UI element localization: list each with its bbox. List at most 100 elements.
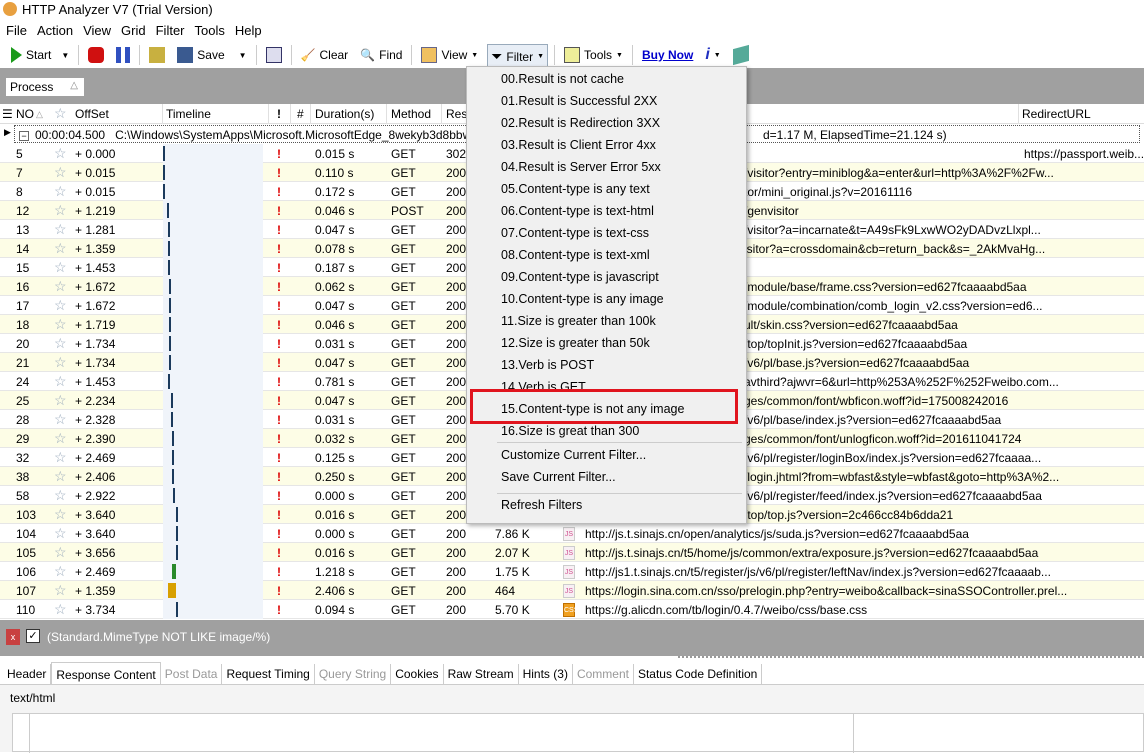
star-icon[interactable]: ☆ bbox=[54, 449, 67, 466]
filter-button[interactable]: ⏷ Filter ▼ bbox=[487, 43, 549, 69]
star-icon[interactable]: ☆ bbox=[54, 354, 67, 371]
find-button[interactable]: 🔍 Find bbox=[357, 46, 405, 64]
filter-enabled-checkbox[interactable]: ✓ bbox=[26, 629, 40, 643]
filter-expression[interactable]: (Standard.MimeType NOT LIKE image/%) bbox=[47, 630, 270, 644]
stop-button[interactable] bbox=[85, 45, 107, 65]
customize-filter-item[interactable]: Customize Current Filter... bbox=[501, 448, 646, 462]
cell-result: 200 bbox=[446, 242, 467, 256]
group-by-process-button[interactable]: Process △ bbox=[6, 78, 84, 96]
remove-filter-button[interactable]: x bbox=[6, 629, 20, 645]
info-button[interactable]: i ▼ bbox=[702, 44, 723, 66]
response-content-viewer[interactable] bbox=[12, 713, 1144, 753]
table-row[interactable]: 104 + 3.640 0.000 s GET 200 ☆! 7.86 K JS http://… bbox=[0, 524, 1144, 543]
col-method[interactable]: Method bbox=[391, 107, 431, 121]
filter-menu-item[interactable]: 10.Content-type is any image bbox=[501, 292, 664, 306]
star-icon[interactable]: ☆ bbox=[54, 297, 67, 314]
star-icon[interactable]: ☆ bbox=[54, 259, 67, 276]
star-icon[interactable]: ☆ bbox=[54, 221, 67, 238]
tab-response-content[interactable]: Response Content bbox=[51, 662, 161, 684]
star-icon[interactable]: ☆ bbox=[54, 373, 67, 390]
filter-menu-item[interactable]: 11.Size is greater than 100k bbox=[501, 314, 656, 328]
star-icon[interactable]: ☆ bbox=[54, 240, 67, 257]
star-icon[interactable]: ☆ bbox=[54, 335, 67, 352]
tab-cookies[interactable]: Cookies bbox=[391, 664, 444, 684]
col-timeline[interactable]: Timeline bbox=[166, 107, 211, 121]
star-icon[interactable]: ☆ bbox=[54, 202, 67, 219]
star-icon[interactable]: ☆ bbox=[54, 468, 67, 485]
tab-raw-stream[interactable]: Raw Stream bbox=[444, 664, 519, 684]
tools-button[interactable]: Tools ▼ bbox=[561, 45, 626, 65]
filter-menu-item[interactable]: 03.Result is Client Error 4xx bbox=[501, 138, 656, 152]
open-button[interactable] bbox=[146, 45, 168, 65]
help-book-button[interactable] bbox=[730, 44, 752, 66]
chevron-down-icon[interactable]: ▼ bbox=[61, 51, 69, 60]
filter-menu-item[interactable]: 13.Verb is POST bbox=[501, 358, 594, 372]
filter-menu-item[interactable]: 06.Content-type is text-html bbox=[501, 204, 654, 218]
tab-request-timing[interactable]: Request Timing bbox=[222, 664, 315, 684]
collapse-icon[interactable]: − bbox=[19, 131, 29, 141]
menu-file[interactable]: File bbox=[4, 20, 35, 42]
filter-menu-item[interactable]: 07.Content-type is text-css bbox=[501, 226, 649, 240]
star-icon[interactable]: ☆ bbox=[54, 487, 67, 504]
filter-menu-item[interactable]: 05.Content-type is any text bbox=[501, 182, 650, 196]
star-icon[interactable]: ☆ bbox=[54, 601, 67, 618]
tab-header[interactable]: Header bbox=[3, 664, 52, 684]
table-row[interactable]: 110 + 3.734 0.094 s GET 200 ☆! 5.70 K CSS https:… bbox=[0, 600, 1144, 619]
view-button[interactable]: View ▼ bbox=[418, 45, 481, 65]
buy-now-link[interactable]: Buy Now bbox=[639, 46, 696, 64]
star-icon[interactable]: ☆ bbox=[54, 525, 67, 542]
cell-redirect-url[interactable]: https://passport.weib... bbox=[1024, 147, 1144, 161]
col-flag[interactable]: ! bbox=[277, 107, 281, 121]
filter-menu-item[interactable]: 08.Content-type is text-xml bbox=[501, 248, 650, 262]
chevron-down-icon[interactable]: ▼ bbox=[239, 51, 247, 60]
filter-menu-item[interactable]: 16.Size is great than 300 bbox=[501, 424, 639, 438]
filter-menu-item[interactable]: 09.Content-type is javascript bbox=[501, 270, 659, 284]
star-icon[interactable]: ☆ bbox=[54, 164, 67, 181]
col-redirect-url[interactable]: RedirectURL bbox=[1022, 107, 1091, 121]
filter-menu-item[interactable]: 01.Result is Successful 2XX bbox=[501, 94, 657, 108]
tab-hints-3[interactable]: Hints (3) bbox=[519, 664, 573, 684]
save-filter-item[interactable]: Save Current Filter... bbox=[501, 470, 616, 484]
star-icon[interactable]: ☆ bbox=[54, 183, 67, 200]
clear-button[interactable]: 🧹 Clear bbox=[298, 46, 352, 64]
tab-comment[interactable]: Comment bbox=[573, 664, 634, 684]
menu-grid[interactable]: Grid bbox=[119, 20, 154, 42]
refresh-filters-item[interactable]: Refresh Filters bbox=[501, 498, 582, 512]
export-button[interactable] bbox=[263, 45, 285, 65]
star-icon[interactable]: ☆ bbox=[54, 411, 67, 428]
start-button[interactable]: Start ▼ bbox=[8, 45, 72, 65]
menu-action[interactable]: Action bbox=[35, 20, 81, 42]
filter-menu-item[interactable]: 00.Result is not cache bbox=[501, 72, 624, 86]
save-button[interactable]: Save ▼ bbox=[174, 45, 249, 65]
star-icon[interactable]: ☆ bbox=[54, 563, 67, 580]
tab-post-data[interactable]: Post Data bbox=[161, 664, 223, 684]
menu-view[interactable]: View bbox=[81, 20, 119, 42]
table-row[interactable]: 105 + 3.656 0.016 s GET 200 ☆! 2.07 K JS http://… bbox=[0, 543, 1144, 562]
star-icon[interactable]: ☆ bbox=[54, 544, 67, 561]
menu-filter[interactable]: Filter bbox=[154, 20, 193, 42]
col-offset[interactable]: OffSet bbox=[75, 107, 109, 121]
table-row[interactable]: 106 + 2.469 1.218 s GET 200 ☆! 1.75 K JS http://… bbox=[0, 562, 1144, 581]
col-hash[interactable]: # bbox=[297, 107, 304, 121]
filter-menu-item[interactable]: 12.Size is greater than 50k bbox=[501, 336, 650, 350]
star-icon[interactable]: ☆ bbox=[54, 392, 67, 409]
column-chooser-icon[interactable]: ☰ bbox=[2, 107, 13, 121]
col-duration[interactable]: Duration(s) bbox=[315, 107, 374, 121]
star-icon[interactable]: ☆ bbox=[54, 582, 67, 599]
tab-query-string[interactable]: Query String bbox=[315, 664, 392, 684]
menu-tools[interactable]: Tools bbox=[193, 20, 233, 42]
tab-status-code-definition[interactable]: Status Code Definition bbox=[634, 664, 763, 684]
star-icon[interactable]: ☆ bbox=[54, 145, 67, 162]
star-icon[interactable]: ☆ bbox=[54, 430, 67, 447]
table-row[interactable]: 107 + 1.359 2.406 s GET 200 ☆! 464 JS https://lo… bbox=[0, 581, 1144, 600]
col-no[interactable]: NO bbox=[16, 107, 34, 121]
star-icon[interactable]: ☆ bbox=[54, 278, 67, 295]
filter-menu-item[interactable]: 04.Result is Server Error 5xx bbox=[501, 160, 661, 174]
star-icon[interactable]: ☆ bbox=[54, 316, 67, 333]
menu-help[interactable]: Help bbox=[233, 20, 270, 42]
pause-button[interactable] bbox=[113, 45, 133, 65]
splitter-handle[interactable] bbox=[678, 656, 1144, 660]
star-icon[interactable]: ☆ bbox=[54, 506, 67, 523]
col-result[interactable]: Res bbox=[446, 107, 467, 121]
filter-menu-item[interactable]: 02.Result is Redirection 3XX bbox=[501, 116, 660, 130]
